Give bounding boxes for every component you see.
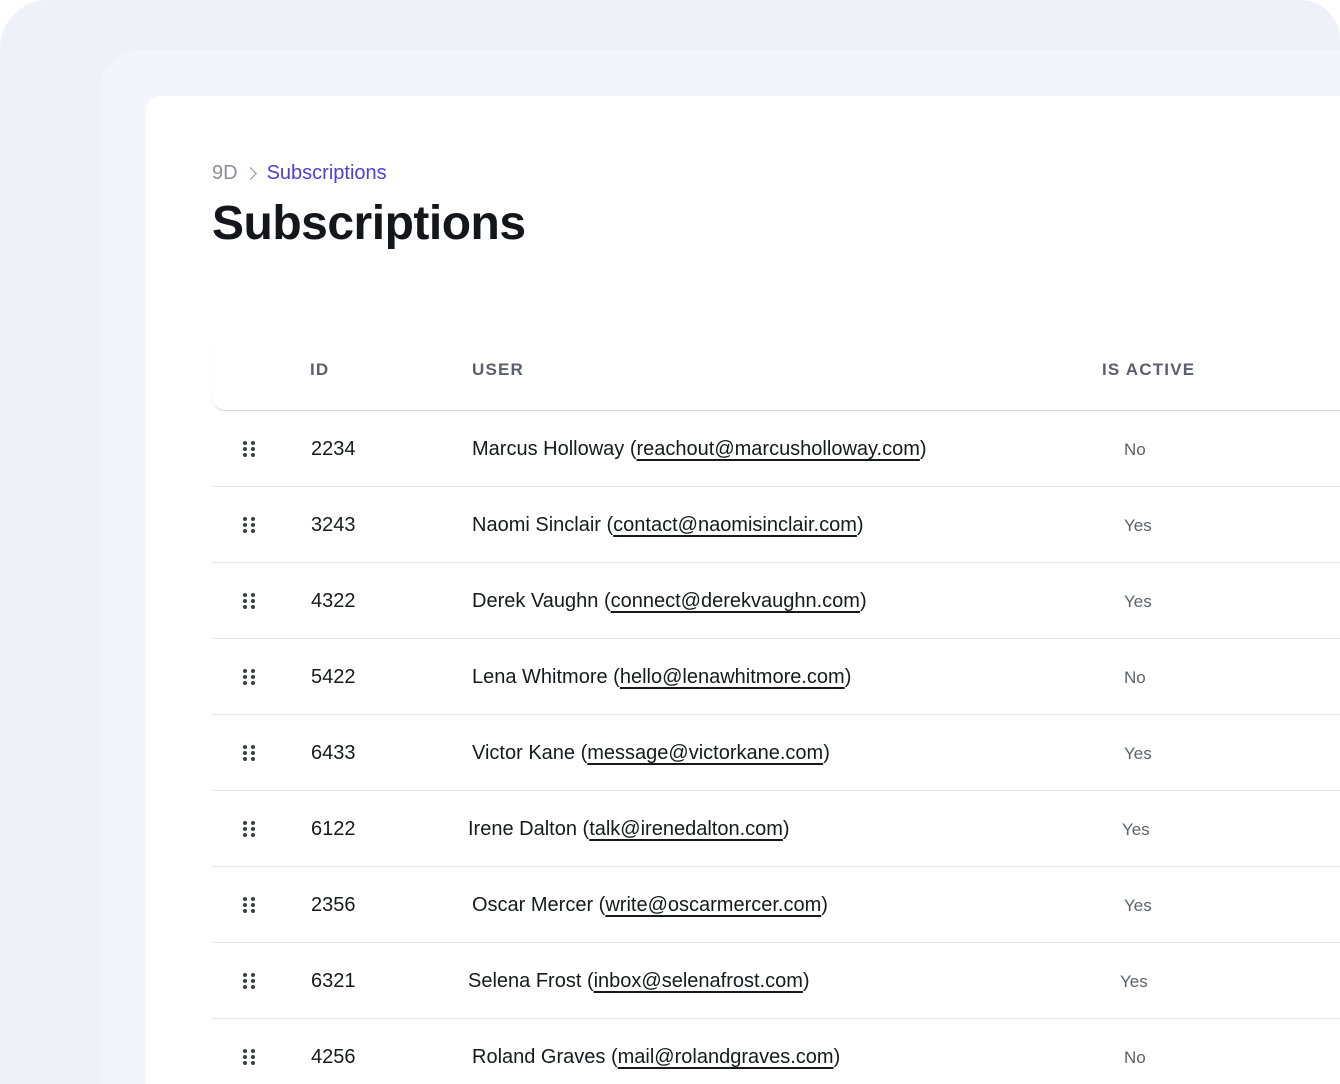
column-header-is-active[interactable]: IS ACTIVE bbox=[1102, 360, 1195, 380]
cell-user: Marcus Holloway (reachout@marcusholloway… bbox=[472, 438, 927, 460]
user-email-link[interactable]: contact@naomisinclair.com bbox=[613, 514, 857, 536]
cell-user: Oscar Mercer (write@oscarmercer.com) bbox=[472, 894, 828, 916]
table-header: ID USER IS ACTIVE bbox=[212, 336, 1340, 411]
cell-user: Irene Dalton (talk@irenedalton.com) bbox=[468, 818, 790, 840]
cell-id: 4322 bbox=[311, 590, 356, 612]
cell-id: 3243 bbox=[311, 514, 356, 536]
cell-is-active: No bbox=[1124, 668, 1146, 687]
user-email-link[interactable]: connect@derekvaughn.com bbox=[611, 590, 860, 612]
page-title: Subscriptions bbox=[212, 197, 526, 250]
cell-is-active: Yes bbox=[1124, 896, 1152, 915]
cell-is-active: No bbox=[1124, 440, 1146, 459]
table-row[interactable]: 3243 Naomi Sinclair (contact@naomisincla… bbox=[212, 487, 1340, 563]
cell-is-active: Yes bbox=[1124, 744, 1152, 763]
cell-is-active: No bbox=[1124, 1048, 1146, 1067]
drag-handle-icon[interactable] bbox=[243, 669, 255, 685]
cell-id: 6433 bbox=[311, 742, 356, 764]
user-name: Selena Frost bbox=[468, 970, 582, 992]
table-row[interactable]: 2356 Oscar Mercer (write@oscarmercer.com… bbox=[212, 867, 1340, 943]
subscriptions-table: ID USER IS ACTIVE 2234 Marcus Holloway (… bbox=[212, 336, 1340, 1084]
cell-is-active: Yes bbox=[1120, 972, 1148, 991]
drag-handle-icon[interactable] bbox=[243, 973, 255, 989]
cell-id: 4256 bbox=[311, 1046, 356, 1068]
user-name: Naomi Sinclair bbox=[472, 514, 601, 536]
table-row[interactable]: 6122 Irene Dalton (talk@irenedalton.com)… bbox=[212, 791, 1340, 867]
user-email-link[interactable]: reachout@marcusholloway.com bbox=[636, 438, 919, 460]
breadcrumb: 9D Subscriptions bbox=[212, 162, 387, 185]
breadcrumb-current[interactable]: Subscriptions bbox=[267, 162, 387, 185]
drag-handle-icon[interactable] bbox=[243, 897, 255, 913]
column-header-id[interactable]: ID bbox=[310, 360, 329, 380]
cell-user: Naomi Sinclair (contact@naomisinclair.co… bbox=[472, 514, 864, 536]
cell-id: 5422 bbox=[311, 666, 356, 688]
user-email-link[interactable]: mail@rolandgraves.com bbox=[618, 1046, 834, 1068]
drag-handle-icon[interactable] bbox=[243, 441, 255, 457]
user-email-link[interactable]: message@victorkane.com bbox=[587, 742, 823, 764]
cell-is-active: Yes bbox=[1122, 820, 1150, 839]
chevron-right-icon bbox=[243, 167, 257, 180]
cell-user: Derek Vaughn (connect@derekvaughn.com) bbox=[472, 590, 867, 612]
user-email-link[interactable]: inbox@selenafrost.com bbox=[594, 970, 803, 992]
table-row[interactable]: 6433 Victor Kane (message@victorkane.com… bbox=[212, 715, 1340, 791]
cell-user: Lena Whitmore (hello@lenawhitmore.com) bbox=[472, 666, 852, 688]
cell-user: Selena Frost (inbox@selenafrost.com) bbox=[468, 970, 810, 992]
table-body: 2234 Marcus Holloway (reachout@marcushol… bbox=[212, 411, 1340, 1084]
table-row[interactable]: 4256 Roland Graves (mail@rolandgraves.co… bbox=[212, 1019, 1340, 1084]
user-name: Marcus Holloway bbox=[472, 438, 625, 460]
drag-handle-icon[interactable] bbox=[243, 745, 255, 761]
user-email-link[interactable]: write@oscarmercer.com bbox=[605, 894, 821, 916]
cell-id: 2234 bbox=[311, 438, 356, 460]
table-row[interactable]: 6321 Selena Frost (inbox@selenafrost.com… bbox=[212, 943, 1340, 1019]
subscriptions-panel: 9D Subscriptions Subscriptions ID USER I… bbox=[146, 96, 1340, 1084]
cell-id: 6321 bbox=[311, 970, 356, 992]
cell-user: Roland Graves (mail@rolandgraves.com) bbox=[472, 1046, 841, 1068]
cell-id: 2356 bbox=[311, 894, 356, 916]
user-name: Oscar Mercer bbox=[472, 894, 594, 916]
table-row[interactable]: 5422 Lena Whitmore (hello@lenawhitmore.c… bbox=[212, 639, 1340, 715]
user-email-link[interactable]: hello@lenawhitmore.com bbox=[620, 666, 845, 688]
cell-id: 6122 bbox=[311, 818, 356, 840]
drag-handle-icon[interactable] bbox=[243, 821, 255, 837]
column-header-user[interactable]: USER bbox=[472, 360, 524, 380]
cell-user: Victor Kane (message@victorkane.com) bbox=[472, 742, 830, 764]
drag-handle-icon[interactable] bbox=[243, 593, 255, 609]
drag-handle-icon[interactable] bbox=[243, 1049, 255, 1065]
user-name: Victor Kane bbox=[472, 742, 576, 764]
user-name: Roland Graves bbox=[472, 1046, 606, 1068]
user-name: Lena Whitmore bbox=[472, 666, 608, 688]
cell-is-active: Yes bbox=[1124, 592, 1152, 611]
table-row[interactable]: 2234 Marcus Holloway (reachout@marcushol… bbox=[212, 411, 1340, 487]
user-email-link[interactable]: talk@irenedalton.com bbox=[589, 818, 783, 840]
breadcrumb-root-link[interactable]: 9D bbox=[212, 162, 238, 185]
table-row[interactable]: 4322 Derek Vaughn (connect@derekvaughn.c… bbox=[212, 563, 1340, 639]
user-name: Irene Dalton bbox=[468, 818, 577, 840]
user-name: Derek Vaughn bbox=[472, 590, 599, 612]
drag-handle-icon[interactable] bbox=[243, 517, 255, 533]
cell-is-active: Yes bbox=[1124, 516, 1152, 535]
